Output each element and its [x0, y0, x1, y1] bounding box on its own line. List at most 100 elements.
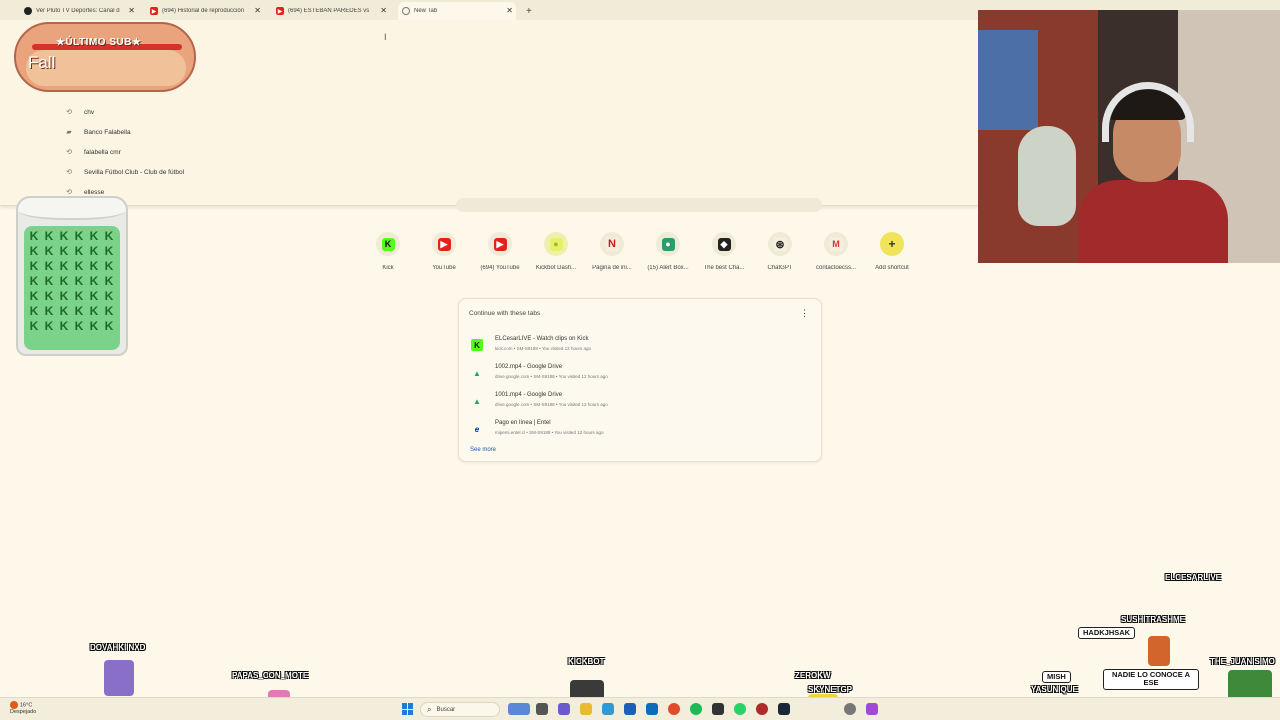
kick-logo-icon: K — [104, 274, 114, 288]
close-icon[interactable]: ✕ — [380, 6, 387, 15]
chatgpt-icon: ⊛ — [773, 237, 787, 251]
shortcut-tile: M — [824, 232, 848, 256]
username-label: PAPAS_CON_MOTE — [232, 671, 309, 680]
close-icon[interactable]: ✕ — [254, 6, 261, 15]
shortcut-label: contactoecss... — [815, 265, 857, 271]
shortcut-tile: N — [600, 232, 624, 256]
search-box[interactable] — [456, 198, 822, 212]
shortcut-chatgpt[interactable]: ⊛ ChatGPT — [752, 232, 808, 271]
last-sub-alert: ★ÚLTIMO SUB★ Fall — [14, 22, 196, 92]
terminal-icon[interactable] — [712, 703, 724, 715]
kick-logo-icon: K — [59, 229, 69, 243]
kick-logo-icon: K — [74, 229, 84, 243]
kick-jar-overlay: KKKKKKKKKKKKKKKKKKKKKKKKKKKKKKKKKKKKKKKK… — [16, 196, 128, 356]
shortcut-kickbot[interactable]: ● Kickbot Dash... — [528, 232, 584, 271]
text-cursor-icon: I — [384, 32, 387, 42]
webcam-poster — [978, 30, 1038, 130]
windows-taskbar: 16°C Despejado ⌕ Buscar — [0, 697, 1280, 720]
suggestion-text: Banco Falabella — [84, 128, 131, 136]
app-icon[interactable] — [866, 703, 878, 715]
continue-tab-item[interactable]: ▲ 1001.mp4 - Google Drive drive.google.c… — [471, 389, 811, 413]
shortcut-alert-box[interactable]: ● (15) Alert Box... — [640, 232, 696, 271]
close-icon[interactable]: ✕ — [506, 6, 513, 15]
folder-icon[interactable] — [580, 703, 592, 715]
username-label: SUSHITRASHME — [1121, 615, 1186, 624]
continue-tabs-card: Continue with these tabs ⋮ K ELCesarLIVE… — [458, 298, 822, 462]
item-subtitle: kick.com • SM-S9188 • You visited 12 hou… — [495, 346, 591, 351]
spotify-icon[interactable] — [690, 703, 702, 715]
suggestion-text: ellesse — [84, 188, 105, 196]
suggestion-text: Sevilla Fútbol Club - Club de fútbol — [84, 168, 185, 176]
shortcut-gmail[interactable]: M contactoecss... — [808, 232, 864, 271]
kick-logo-icon: K — [89, 229, 99, 243]
shortcut-tile: K — [376, 232, 400, 256]
shortcut-best-chat[interactable]: ◆ The best Cha... — [696, 232, 752, 271]
plus-icon: + — [885, 237, 899, 251]
store-icon[interactable] — [624, 703, 636, 715]
steam-icon[interactable] — [778, 703, 790, 715]
username-label: ZEROKW — [795, 671, 831, 680]
tab-youtube-history[interactable]: ▶ (694) Historial de reproducción ✕ — [146, 2, 264, 20]
shortcut-tile: ▶ — [488, 232, 512, 256]
see-more-link[interactable]: See more — [470, 447, 496, 453]
windows-start-icon[interactable] — [402, 703, 414, 715]
more-vert-icon[interactable]: ⋮ — [800, 308, 809, 319]
kick-logo-icon: K — [29, 229, 39, 243]
suggestion-item[interactable]: ⟲ chv — [64, 103, 94, 121]
shortcut-label: YouTube — [432, 265, 456, 271]
new-tab-button[interactable]: + — [526, 2, 532, 20]
app-icon[interactable] — [558, 703, 570, 715]
suggestion-text: chv — [84, 108, 95, 116]
history-icon: ⟲ — [66, 169, 72, 176]
kick-logo-icon: K — [29, 289, 39, 303]
username-label: SKYNETGP — [808, 685, 853, 694]
whatsapp-icon[interactable] — [734, 703, 746, 715]
last-sub-name: Fall — [28, 53, 56, 72]
suggestion-item[interactable]: ▰ Banco Falabella — [64, 123, 131, 141]
kick-logo-icon: K — [89, 289, 99, 303]
chrome-icon[interactable] — [668, 703, 680, 715]
shortcut-netflix[interactable]: N Página de ini... — [584, 232, 640, 271]
shortcut-label: Página de ini... — [592, 265, 632, 271]
youtube-icon: ▶ — [150, 7, 158, 15]
shortcut-kick[interactable]: K Kick — [360, 232, 416, 271]
history-icon: ⟲ — [66, 109, 72, 116]
item-subtitle: drive.google.com • SM-S9188 • You visite… — [495, 374, 608, 379]
taskbar-search[interactable]: ⌕ Buscar — [420, 702, 500, 717]
file-app-icon[interactable] — [536, 703, 548, 715]
outlook-icon[interactable] — [646, 703, 658, 715]
kick-logo-icon: K — [104, 259, 114, 273]
tab-new-tab[interactable]: New Tab ✕ — [398, 2, 516, 20]
continue-tab-item[interactable]: K ELCesarLIVE - Watch clips on Kick kick… — [471, 333, 811, 357]
shortcut-add[interactable]: + Add shortcut — [864, 232, 920, 271]
suggestion-item[interactable]: ⟲ falabella cmr — [64, 143, 121, 161]
shortcut-label: (694) YouTube — [480, 265, 520, 271]
shortcut-youtube[interactable]: ▶ YouTube — [416, 232, 472, 271]
widget-app-icon[interactable] — [508, 703, 530, 715]
kick-logo-icon: K — [89, 259, 99, 273]
shortcut-youtube-694[interactable]: ▶ (694) YouTube — [472, 232, 528, 271]
kick-logo-icon: K — [44, 244, 54, 258]
tab-title: (694) ESTEBAN PAREDES vs — [288, 8, 370, 14]
weather-widget[interactable]: 16°C Despejado — [10, 701, 36, 716]
item-title: 1001.mp4 - Google Drive — [495, 392, 563, 398]
obs-icon[interactable] — [756, 703, 768, 715]
entel-icon: e — [474, 424, 480, 434]
tab-title: Ver Pluto TV Deportes: Canal d — [36, 8, 120, 14]
edge-icon[interactable] — [602, 703, 614, 715]
tab-pluto-tv[interactable]: Ver Pluto TV Deportes: Canal d ✕ — [20, 2, 138, 20]
continue-tab-item[interactable]: e Pago en línea | Entel mipemi.entel.cl … — [471, 417, 811, 441]
continue-tab-item[interactable]: ▲ 1002.mp4 - Google Drive drive.google.c… — [471, 361, 811, 385]
shortcut-tile: ◆ — [712, 232, 736, 256]
kick-logo-icon: K — [104, 304, 114, 318]
suggestion-item[interactable]: ⟲ Sevilla Fútbol Club - Club de fútbol — [64, 163, 184, 181]
kick-logo-icon: K — [29, 259, 39, 273]
kick-logo-icon: K — [59, 304, 69, 318]
tab-title: New Tab — [414, 8, 438, 14]
shortcut-label: The best Cha... — [703, 265, 745, 271]
kick-logo-icon: K — [74, 319, 84, 333]
item-title: 1002.mp4 - Google Drive — [495, 364, 563, 370]
tab-youtube-esteban[interactable]: ▶ (694) ESTEBAN PAREDES vs ✕ — [272, 2, 390, 20]
close-icon[interactable]: ✕ — [128, 6, 135, 15]
settings-icon[interactable] — [844, 703, 856, 715]
